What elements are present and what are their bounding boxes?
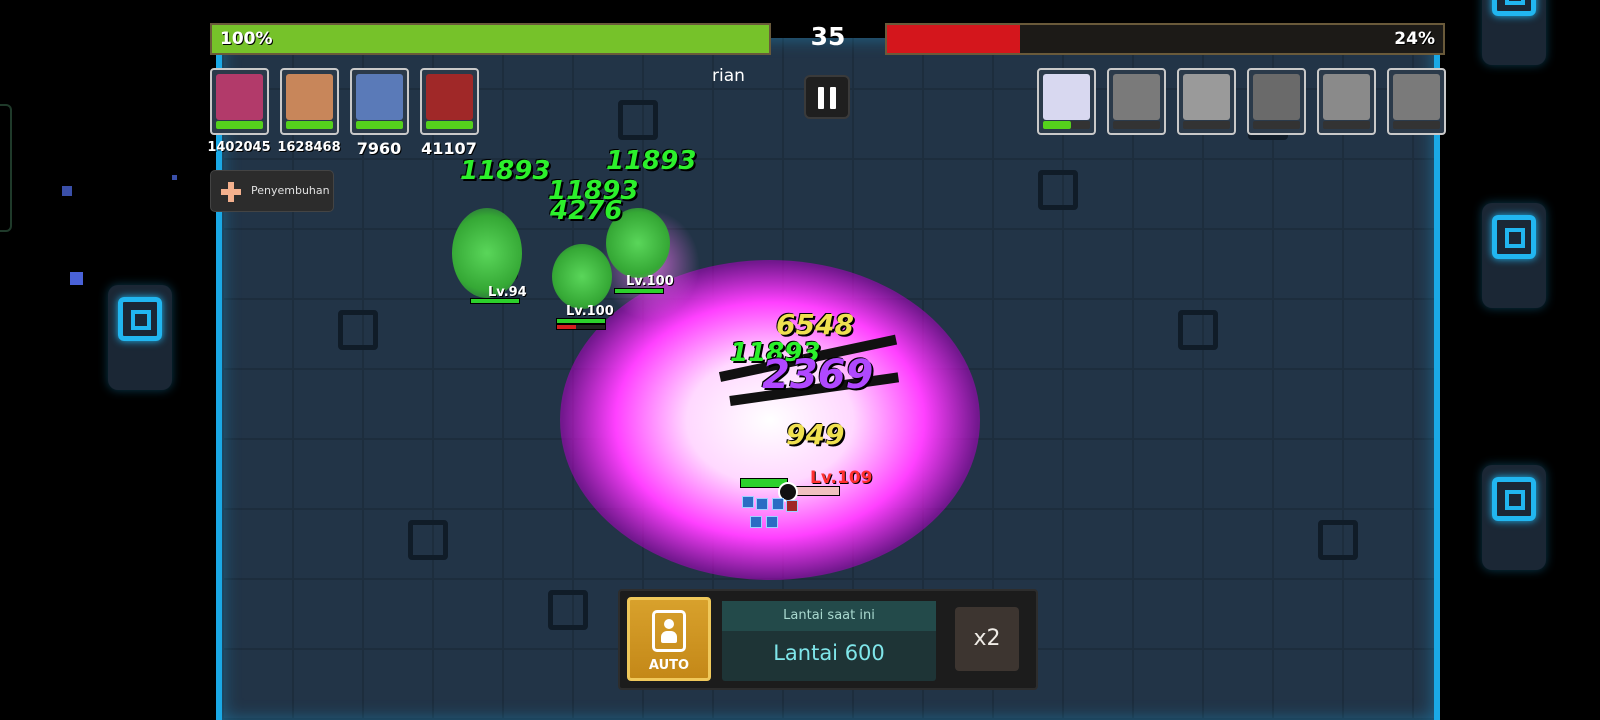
hero-face — [356, 74, 403, 120]
enemy-hp-bar — [1323, 121, 1370, 129]
enemy-level-2: Lv.100 — [566, 304, 614, 319]
heal-skill-button[interactable]: Penyembuhan — [210, 170, 334, 212]
enemy-portrait-5[interactable] — [1317, 68, 1376, 135]
enemy-hp-bar — [614, 288, 664, 294]
hero-hp-bar — [286, 121, 333, 129]
speed-button[interactable]: x2 — [955, 607, 1019, 671]
enemy-face — [1323, 74, 1370, 120]
enemy-portrait-4[interactable] — [1247, 68, 1306, 135]
hero-face — [216, 74, 263, 120]
hero-damage-3: 7960 — [356, 139, 402, 158]
enemy-hp-bar: 24% — [885, 23, 1445, 55]
plus-icon — [221, 182, 241, 202]
pause-button[interactable] — [804, 75, 850, 119]
glyph-icon — [118, 297, 162, 341]
enemy-portrait-1[interactable] — [1037, 68, 1096, 135]
enemy-hp-bar — [1183, 121, 1230, 129]
glyph-icon — [1492, 0, 1536, 16]
enemy-portrait-3[interactable] — [1177, 68, 1236, 135]
damage-number: 11893 — [606, 146, 697, 176]
glyph-icon — [1492, 215, 1536, 259]
hero-face — [286, 74, 333, 120]
hero-hp-bar — [356, 121, 403, 129]
damage-number: 6548 — [776, 308, 854, 341]
enemy-hp-bar — [556, 324, 606, 330]
enemy-face — [1253, 74, 1300, 120]
enemy-hp-bar — [1113, 121, 1160, 129]
auto-icon — [652, 610, 686, 652]
enemy-face — [1393, 74, 1440, 120]
pause-icon — [818, 87, 824, 109]
enemy-hp-bar — [1253, 121, 1300, 129]
left-edge-frame — [0, 104, 12, 232]
enemy-hp-bar — [470, 298, 520, 304]
slime-enemy[interactable] — [552, 244, 612, 309]
spark — [70, 272, 83, 285]
team-hp-fill — [212, 25, 769, 53]
hero-hp-bar — [216, 121, 263, 129]
enemy-hp-bar — [1393, 121, 1440, 129]
left-pillar — [108, 285, 172, 390]
battle-timer: 35 — [810, 22, 846, 51]
hero-damage-2: 1628468 — [277, 140, 341, 155]
hero-hp-bar — [426, 121, 473, 129]
hero-portrait-2[interactable] — [280, 68, 339, 135]
player-name: rian — [712, 66, 745, 86]
buff-icon — [766, 516, 778, 528]
floor-value: Lantai 600 — [773, 641, 885, 665]
hero-face — [426, 74, 473, 120]
hero-portrait-1[interactable] — [210, 68, 269, 135]
hero-damage-1: 1402045 — [207, 140, 271, 155]
floor-glyph — [548, 590, 588, 630]
auto-button[interactable]: AUTO — [627, 597, 711, 681]
right-pillar-middle — [1482, 203, 1546, 308]
floor-glyph — [1038, 170, 1078, 210]
enemy-face — [1043, 74, 1090, 120]
enemy-portrait-6[interactable] — [1387, 68, 1446, 135]
right-pillar-bottom — [1482, 465, 1546, 570]
buff-icon — [772, 498, 784, 510]
spark — [172, 175, 177, 180]
enemy-face — [1183, 74, 1230, 120]
enemy-hp-bar — [1043, 121, 1090, 129]
buff-icon — [742, 496, 754, 508]
enemy-hp-fill — [887, 25, 1021, 53]
floor-glyph — [338, 310, 378, 350]
hero-portrait-4[interactable] — [420, 68, 479, 135]
team-hp-bar: 100% — [210, 23, 771, 55]
team-hp-percent: 100% — [220, 29, 273, 49]
enemy-portrait-2[interactable] — [1107, 68, 1166, 135]
enemy-hp-percent: 24% — [1394, 29, 1435, 49]
spark — [62, 186, 72, 196]
floor-glyph — [1178, 310, 1218, 350]
floor-glyph — [618, 100, 658, 140]
floor-glyph — [408, 520, 448, 560]
hero-portrait-3[interactable] — [350, 68, 409, 135]
damage-number: 11893 — [460, 156, 551, 186]
buff-icon — [786, 500, 798, 512]
damage-number: 4276 — [550, 196, 623, 226]
enemy-face — [1113, 74, 1160, 120]
auto-label: AUTO — [648, 658, 690, 673]
right-pillar-top — [1482, 0, 1546, 65]
floor-glyph — [1318, 520, 1358, 560]
buff-icon — [750, 516, 762, 528]
damage-number: 949 — [786, 418, 845, 451]
current-floor-card: Lantai saat ini Lantai 600 — [722, 601, 936, 681]
player-level: Lv.109 — [810, 468, 873, 488]
floor-title: Lantai saat ini — [722, 601, 936, 631]
pause-icon — [830, 87, 836, 109]
heal-skill-label: Penyembuhan — [251, 184, 330, 197]
buff-icon — [756, 498, 768, 510]
glyph-icon — [1492, 477, 1536, 521]
damage-number: 2369 — [762, 352, 874, 398]
enemy-level-3: Lv.100 — [626, 274, 674, 289]
